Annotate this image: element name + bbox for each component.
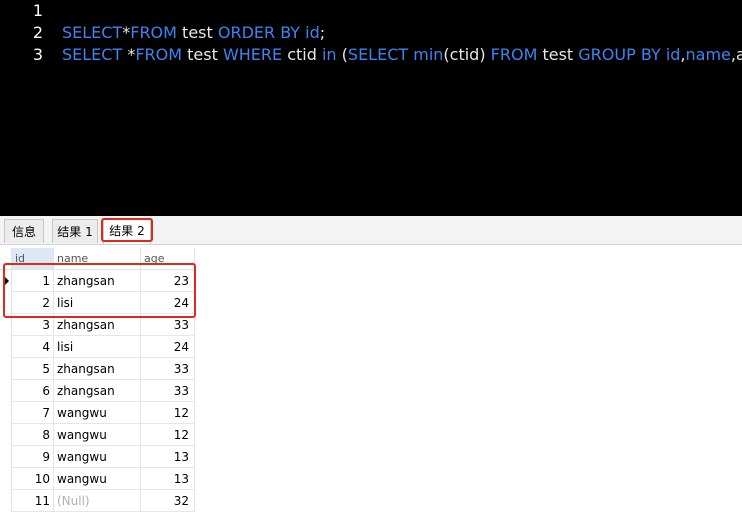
cell-name[interactable]: wangwu [54, 424, 141, 446]
cell-name[interactable]: (Null) [54, 490, 141, 512]
cell-age[interactable]: 33 [141, 380, 195, 402]
tab-result-1[interactable]: 结果 1 [52, 219, 98, 243]
row-indicator[interactable] [0, 446, 12, 468]
row-indicator[interactable] [0, 468, 12, 490]
cell-age[interactable]: 13 [141, 446, 195, 468]
cell-name[interactable]: wangwu [54, 468, 141, 490]
table-row[interactable]: 9 wangwu 13 [0, 446, 195, 468]
sql-keyword: SELECT [62, 23, 123, 42]
sql-keyword: FROM [135, 45, 183, 64]
sql-text: test [182, 45, 223, 64]
sql-text: (ctid) [443, 45, 491, 64]
cell-id[interactable]: 8 [12, 424, 54, 446]
sql-text: test [176, 23, 218, 42]
row-indicator[interactable] [0, 380, 12, 402]
table-row[interactable]: 5 zhangsan 33 [0, 358, 195, 380]
code-text: SELECT*FROM test ORDER BY id; [62, 22, 325, 44]
cell-age[interactable]: 12 [141, 424, 195, 446]
sql-keyword: id [665, 45, 681, 64]
sql-keyword: in [321, 45, 337, 64]
sql-editor[interactable]: 1 2 SELECT*FROM test ORDER BY id; 3 SELECT *… [0, 0, 742, 216]
code-text: SELECT *FROM test WHERE ctid in (SELECT … [62, 44, 742, 66]
table-row[interactable]: 6 zhangsan 33 [0, 380, 195, 402]
row-indicator[interactable] [0, 424, 12, 446]
sql-text: age [735, 45, 742, 64]
sql-keyword: id [305, 23, 320, 42]
cell-id[interactable]: 10 [12, 468, 54, 490]
line-number: 3 [32, 45, 43, 64]
cell-name[interactable]: zhangsan [54, 358, 141, 380]
sql-text: ; [319, 23, 326, 42]
sql-keyword: SELECT [62, 45, 123, 64]
cell-id[interactable]: 6 [12, 380, 54, 402]
cell-age[interactable]: 32 [141, 490, 195, 512]
row-indicator[interactable] [0, 358, 12, 380]
row-indicator[interactable] [0, 402, 12, 424]
table-row[interactable]: 10 wangwu 13 [0, 468, 195, 490]
cell-id[interactable]: 7 [12, 402, 54, 424]
cell-name[interactable]: lisi [54, 336, 141, 358]
cell-id[interactable]: 9 [12, 446, 54, 468]
cell-id[interactable]: 4 [12, 336, 54, 358]
table-row[interactable]: 8 wangwu 12 [0, 424, 195, 446]
cell-name[interactable]: wangwu [54, 402, 141, 424]
sql-text: * [122, 45, 136, 64]
sql-keyword: FROM [130, 23, 177, 42]
sql-keyword: SELECT [347, 45, 409, 64]
cell-age[interactable]: 24 [141, 336, 195, 358]
cell-id[interactable]: 5 [12, 358, 54, 380]
table-row[interactable]: 7 wangwu 12 [0, 402, 195, 424]
sql-keyword: FROM [490, 45, 538, 64]
line-number: 2 [32, 23, 43, 42]
sql-keyword: WHERE [222, 45, 283, 64]
sql-text: test [537, 45, 579, 64]
sql-keyword: GROUP BY [578, 45, 661, 64]
cell-age[interactable]: 33 [141, 358, 195, 380]
sql-text: ( [336, 45, 348, 64]
sql-keyword: name [685, 45, 731, 64]
line-number: 1 [32, 1, 43, 20]
sql-text: ctid [282, 45, 322, 64]
cell-name[interactable]: zhangsan [54, 380, 141, 402]
table-row[interactable]: 11 (Null) 32 [0, 490, 195, 512]
cell-name[interactable]: wangwu [54, 446, 141, 468]
sql-keyword: ORDER BY [217, 23, 301, 42]
row-indicator[interactable] [0, 490, 12, 512]
sql-keyword: min [413, 45, 444, 64]
cell-age[interactable]: 13 [141, 468, 195, 490]
rows-highlight-annotation [3, 263, 196, 318]
cell-age[interactable]: 12 [141, 402, 195, 424]
tab-info[interactable]: 信息 [4, 219, 44, 243]
tab-highlight-annotation [101, 218, 153, 242]
cell-id[interactable]: 11 [12, 490, 54, 512]
table-row[interactable]: 4 lisi 24 [0, 336, 195, 358]
row-indicator[interactable] [0, 336, 12, 358]
